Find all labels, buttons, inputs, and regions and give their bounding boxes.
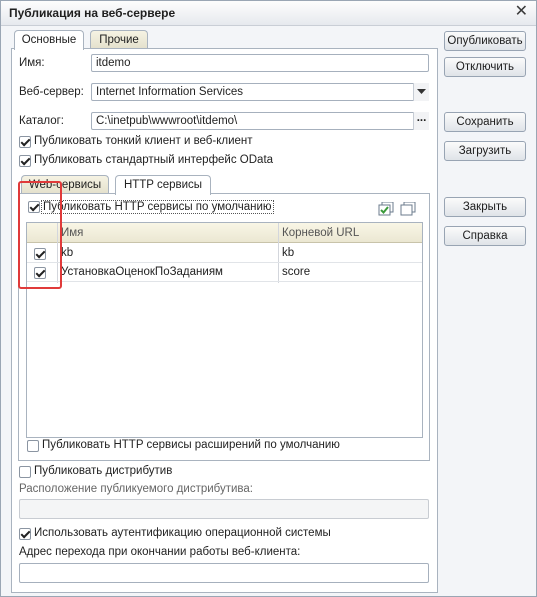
window-title: Публикация на веб-сервере	[9, 6, 176, 20]
distrib-location-label: Расположение публикуемого дистрибутива:	[19, 483, 254, 495]
server-dropdown-button[interactable]	[413, 83, 429, 101]
help-button[interactable]: Справка	[444, 226, 526, 246]
publish-http-extensions-label: Публиковать HTTP сервисы расширений по у…	[42, 439, 340, 451]
disable-button[interactable]: Отключить	[444, 57, 526, 77]
publish-http-default-label: Публиковать HTTP сервисы по умолчанию	[41, 200, 274, 214]
catalog-browse-button[interactable]: ...	[413, 112, 429, 130]
close-icon[interactable]: ✕	[515, 3, 528, 21]
close-button[interactable]: Закрыть	[444, 197, 526, 217]
server-select[interactable]: Internet Information Services	[91, 83, 429, 101]
http-services-table: Имя Корневой URL kb kb УстановкаОценокПо…	[26, 222, 423, 438]
publish-odata-label: Публиковать стандартный интерфейс OData	[34, 154, 274, 166]
name-label: Имя:	[19, 57, 45, 69]
name-field[interactable]: itdemo	[91, 54, 429, 72]
use-os-auth-label: Использовать аутентификацию операционной…	[34, 527, 331, 539]
distrib-location-field	[19, 499, 429, 519]
publish-distrib-checkbox[interactable]	[19, 466, 31, 478]
publish-thin-client-checkbox[interactable]	[19, 136, 31, 148]
save-button[interactable]: Сохранить	[444, 112, 526, 132]
tab-other[interactable]: Прочие	[90, 30, 148, 49]
publish-dialog: Публикация на веб-сервере ✕ Основные Про…	[0, 0, 537, 597]
uncheck-all-icon[interactable]	[400, 202, 416, 216]
load-button[interactable]: Загрузить	[444, 141, 526, 161]
tab-http-services[interactable]: HTTP сервисы	[115, 175, 211, 195]
publish-odata-checkbox[interactable]	[19, 155, 31, 167]
title-bar: Публикация на веб-сервере ✕	[1, 1, 536, 26]
use-os-auth-checkbox[interactable]	[19, 528, 31, 540]
publish-button[interactable]: Опубликовать	[444, 31, 526, 51]
row-name-cell: УстановкаОценокПоЗаданиям	[57, 263, 278, 282]
publish-http-extensions-checkbox[interactable]	[27, 440, 39, 452]
tab-main[interactable]: Основные	[14, 30, 84, 50]
row-url-cell: score	[278, 263, 422, 282]
highlight-box	[18, 181, 62, 289]
publish-thin-client-label: Публиковать тонкий клиент и веб-клиент	[34, 135, 253, 147]
row-url-cell: kb	[278, 244, 422, 263]
column-url-header[interactable]: Корневой URL	[278, 223, 422, 243]
chevron-down-icon	[417, 89, 426, 94]
catalog-field[interactable]: C:\inetpub\wwwroot\itdemo\	[91, 112, 429, 130]
server-label: Веб-сервер:	[19, 86, 84, 98]
exit-url-label: Адрес перехода при окончании работы веб-…	[19, 546, 301, 558]
check-all-icon[interactable]	[378, 202, 394, 216]
row-name-cell: kb	[57, 244, 278, 263]
catalog-label: Каталог:	[19, 115, 65, 127]
exit-url-field[interactable]	[19, 563, 429, 583]
server-value: Internet Information Services	[96, 86, 244, 98]
publish-distrib-label: Публиковать дистрибутив	[34, 465, 173, 477]
column-name-header[interactable]: Имя	[57, 223, 278, 243]
catalog-value: C:\inetpub\wwwroot\itdemo\	[96, 115, 238, 127]
